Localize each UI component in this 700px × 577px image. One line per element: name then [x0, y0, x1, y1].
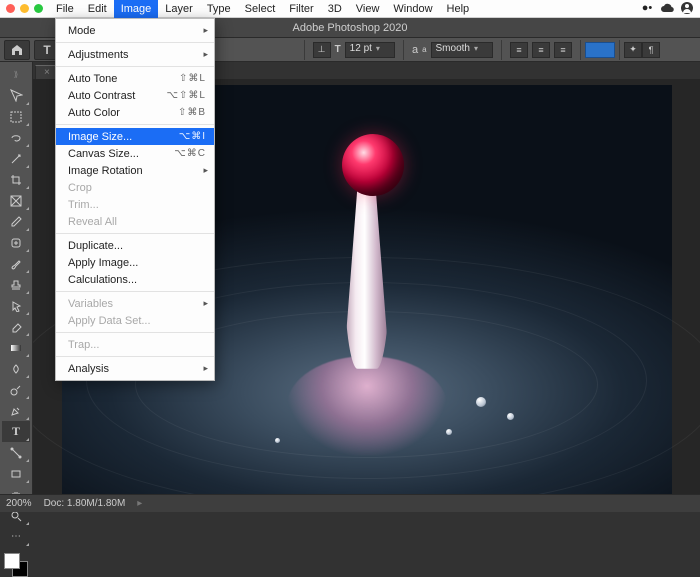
- heal-tool[interactable]: [2, 232, 30, 253]
- menu-filter[interactable]: Filter: [282, 0, 320, 18]
- warp-text-button[interactable]: ✦: [624, 42, 642, 58]
- antialias-select[interactable]: Smooth: [431, 42, 493, 58]
- crop-tool[interactable]: [2, 169, 30, 190]
- app-title: Adobe Photoshop 2020: [293, 22, 408, 34]
- menu-item-image-size[interactable]: Image Size...⌥⌘I: [56, 128, 214, 145]
- foreground-color[interactable]: [4, 553, 20, 569]
- menu-separator: [56, 291, 214, 292]
- menu-item-analysis[interactable]: Analysis: [56, 360, 214, 377]
- zoom-window-button[interactable]: [34, 4, 43, 13]
- type-size-icon: T: [335, 44, 341, 55]
- toolbox-grip[interactable]: ⟫: [2, 64, 30, 85]
- doc-info[interactable]: Doc: 1.80M/1.80M: [44, 498, 126, 509]
- font-size-select[interactable]: 12 pt: [345, 42, 395, 58]
- menu-separator: [56, 356, 214, 357]
- menu-item-reveal-all: Reveal All: [56, 213, 214, 230]
- image-menu-dropdown: Mode Adjustments Auto Tone⇧⌘LAuto Contrast…: [55, 18, 215, 381]
- eyedropper-tool[interactable]: [2, 211, 30, 232]
- user-icon: [680, 1, 694, 15]
- align-center-button[interactable]: ≡: [532, 42, 550, 58]
- menu-item-auto-color[interactable]: Auto Color⇧⌘B: [56, 104, 214, 121]
- menu-3d[interactable]: 3D: [321, 0, 349, 18]
- menu-help[interactable]: Help: [440, 0, 477, 18]
- type-tool[interactable]: T: [2, 421, 30, 442]
- menu-items: FileEditImageLayerTypeSelectFilter3DView…: [49, 0, 476, 18]
- marquee-tool[interactable]: [2, 106, 30, 127]
- stamp-tool[interactable]: [2, 274, 30, 295]
- antialias-icon-large: a: [412, 44, 418, 56]
- menu-type[interactable]: Type: [200, 0, 238, 18]
- minimize-window-button[interactable]: [20, 4, 29, 13]
- menu-item-duplicate[interactable]: Duplicate...: [56, 237, 214, 254]
- menu-select[interactable]: Select: [238, 0, 283, 18]
- menu-separator: [56, 124, 214, 125]
- menu-item-mode[interactable]: Mode: [56, 22, 214, 39]
- menu-item-trim: Trim...: [56, 196, 214, 213]
- history-tool[interactable]: [2, 295, 30, 316]
- menu-item-crop: Crop: [56, 179, 214, 196]
- rect-tool[interactable]: [2, 463, 30, 484]
- menubar-status-icons: ●•: [640, 1, 694, 15]
- menu-item-image-rotation[interactable]: Image Rotation: [56, 162, 214, 179]
- align-left-button[interactable]: ≡: [510, 42, 528, 58]
- wand-tool[interactable]: [2, 148, 30, 169]
- status-bar: 200% Doc: 1.80M/1.80M ▸: [0, 494, 700, 512]
- mac-menubar: FileEditImageLayerTypeSelectFilter3DView…: [0, 0, 700, 18]
- menu-item-canvas-size[interactable]: Canvas Size...⌥⌘C: [56, 145, 214, 162]
- align-right-button[interactable]: ≡: [554, 42, 572, 58]
- color-swatches[interactable]: [4, 553, 28, 577]
- eraser-tool[interactable]: [2, 316, 30, 337]
- menu-item-apply-data-set: Apply Data Set...: [56, 312, 214, 329]
- close-window-button[interactable]: [6, 4, 15, 13]
- character-panel-button[interactable]: ¶: [642, 42, 660, 58]
- menu-item-apply-image[interactable]: Apply Image...: [56, 254, 214, 271]
- more-tool[interactable]: ⋯: [2, 526, 30, 547]
- status-icon: ●•: [640, 1, 654, 15]
- pen-tool[interactable]: [2, 400, 30, 421]
- menu-item-auto-tone[interactable]: Auto Tone⇧⌘L: [56, 70, 214, 87]
- menu-file[interactable]: File: [49, 0, 81, 18]
- menu-separator: [56, 66, 214, 67]
- blur-tool[interactable]: [2, 358, 30, 379]
- path-tool[interactable]: [2, 442, 30, 463]
- menu-item-trap: Trap...: [56, 336, 214, 353]
- gradient-tool[interactable]: [2, 337, 30, 358]
- cloud-icon: [660, 1, 674, 15]
- menu-view[interactable]: View: [349, 0, 387, 18]
- menu-separator: [56, 42, 214, 43]
- window-controls: [0, 4, 49, 13]
- menu-edit[interactable]: Edit: [81, 0, 114, 18]
- menu-item-auto-contrast[interactable]: Auto Contrast⌥⇧⌘L: [56, 87, 214, 104]
- menu-image[interactable]: Image: [114, 0, 159, 18]
- brush-tool[interactable]: [2, 253, 30, 274]
- dodge-tool[interactable]: [2, 379, 30, 400]
- menu-item-adjustments[interactable]: Adjustments: [56, 46, 214, 63]
- home-button[interactable]: [4, 40, 30, 60]
- lasso-tool[interactable]: [2, 127, 30, 148]
- menu-separator: [56, 332, 214, 333]
- menu-separator: [56, 233, 214, 234]
- frame-tool[interactable]: [2, 190, 30, 211]
- menu-window[interactable]: Window: [386, 0, 439, 18]
- menu-item-calculations[interactable]: Calculations...: [56, 271, 214, 288]
- text-color-swatch[interactable]: [585, 42, 615, 58]
- status-chevron-icon[interactable]: ▸: [137, 498, 142, 509]
- move-tool[interactable]: [2, 85, 30, 106]
- orientation-button[interactable]: ⊥: [313, 42, 331, 58]
- menu-item-variables: Variables: [56, 295, 214, 312]
- menu-layer[interactable]: Layer: [158, 0, 200, 18]
- antialias-icon-small: a: [422, 45, 426, 54]
- zoom-level[interactable]: 200%: [6, 498, 32, 509]
- tools-panel: ⟫T⋯: [0, 62, 33, 494]
